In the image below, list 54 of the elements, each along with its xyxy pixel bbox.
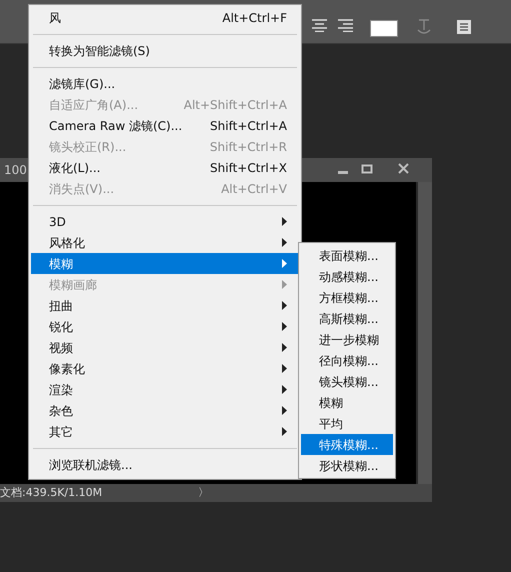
align-center-icon[interactable]: [312, 19, 327, 32]
submenu-arrow-icon: [282, 280, 287, 289]
menu-item[interactable]: Camera Raw 滤镜(C)... Shift+Ctrl+A: [31, 115, 299, 136]
menu-item[interactable]: 特殊模糊...: [301, 434, 393, 455]
shortcut-label: Shift+Ctrl+R: [210, 138, 287, 156]
shortcut-label: Alt+Shift+Ctrl+A: [184, 96, 287, 114]
menu-item[interactable]: 高斯模糊...: [301, 308, 393, 329]
menu-item[interactable]: 形状模糊...: [301, 455, 393, 476]
submenu-arrow-icon: [282, 406, 287, 415]
menu-item[interactable]: 进一步模糊: [301, 329, 393, 350]
submenu-arrow-icon: [282, 217, 287, 226]
align-right-icon[interactable]: [338, 19, 353, 32]
submenu-arrow-icon: [282, 322, 287, 331]
submenu-item[interactable]: 风格化: [31, 232, 299, 253]
status-arrow[interactable]: 〉: [198, 484, 210, 502]
submenu-arrow-icon: [282, 343, 287, 352]
menu-item[interactable]: 滤镜库(G)...: [31, 73, 299, 94]
scrollbar[interactable]: [416, 182, 432, 484]
submenu-arrow-icon: [282, 238, 287, 247]
menu-item[interactable]: 转换为智能滤镜(S): [31, 40, 299, 61]
zoom-level: 100: [4, 162, 27, 179]
submenu-arrow-icon: [282, 301, 287, 310]
close-icon[interactable]: [398, 163, 409, 174]
menu-item[interactable]: 模糊: [301, 392, 393, 413]
submenu-item[interactable]: 模糊: [31, 253, 299, 274]
maximize-icon[interactable]: [361, 164, 373, 174]
submenu-item[interactable]: 锐化: [31, 316, 299, 337]
panel-icon[interactable]: [456, 19, 472, 35]
submenu-item[interactable]: 杂色: [31, 400, 299, 421]
menu-item[interactable]: 方框模糊...: [301, 287, 393, 308]
submenu-item[interactable]: 渲染: [31, 379, 299, 400]
submenu-item[interactable]: 像素化: [31, 358, 299, 379]
submenu-item[interactable]: 其它: [31, 421, 299, 442]
submenu-arrow-icon: [282, 427, 287, 436]
menu-item[interactable]: 液化(L)... Shift+Ctrl+X: [31, 157, 299, 178]
document-size: 文档:439.5K/1.10M: [0, 484, 102, 501]
submenu-item[interactable]: 扭曲: [31, 295, 299, 316]
submenu-arrow-icon: [282, 385, 287, 394]
menu-item[interactable]: 表面模糊...: [301, 245, 393, 266]
submenu-item[interactable]: 3D: [31, 211, 299, 232]
menu-item[interactable]: 径向模糊...: [301, 350, 393, 371]
menu-item[interactable]: 平均: [301, 413, 393, 434]
submenu-item[interactable]: 视频: [31, 337, 299, 358]
shortcut-label: Alt+Ctrl+F: [222, 10, 287, 26]
menu-item[interactable]: 浏览联机滤镜...: [31, 454, 299, 475]
shortcut-label: Alt+Ctrl+V: [221, 180, 287, 198]
color-swatch[interactable]: [370, 20, 398, 37]
shortcut-label: Shift+Ctrl+A: [210, 118, 287, 134]
submenu-arrow-icon: [282, 259, 287, 268]
shortcut-label: Shift+Ctrl+X: [210, 160, 287, 176]
menu-item[interactable]: 动感模糊...: [301, 266, 393, 287]
menu-item[interactable]: 风 Alt+Ctrl+F: [31, 7, 299, 28]
menu-item[interactable]: 镜头模糊...: [301, 371, 393, 392]
submenu-arrow-icon: [282, 364, 287, 373]
